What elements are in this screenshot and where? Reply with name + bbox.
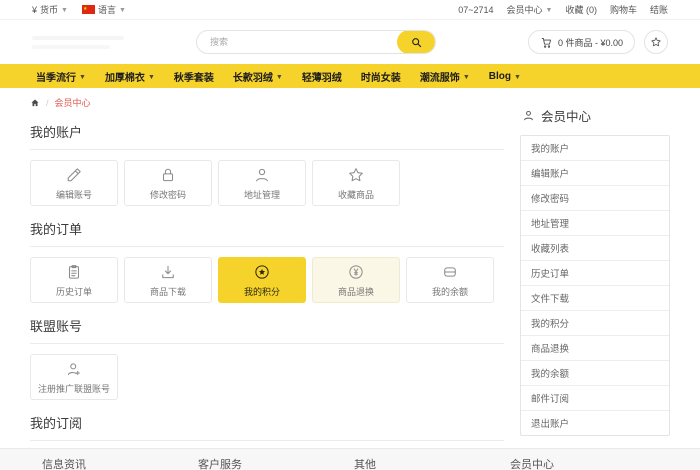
search-icon	[410, 36, 423, 49]
section-title: 我的账户	[30, 111, 504, 150]
home-icon[interactable]	[30, 98, 40, 108]
sidebar-item-edit-account[interactable]: 编辑账户	[521, 161, 669, 186]
sidebar-list: 我的账户 编辑账户 修改密码 地址管理 收藏列表 历史订单 文件下载 我的积分 …	[520, 135, 670, 436]
sidebar-item-wishlist[interactable]: 收藏列表	[521, 236, 669, 261]
card-edit-account[interactable]: 编辑账号	[30, 160, 118, 206]
chevron-down-icon: ▼	[462, 73, 470, 81]
card-address-book[interactable]: 地址管理	[218, 160, 306, 206]
nav-item-thick-coats[interactable]: 加厚棉衣 ▼	[105, 69, 155, 84]
sidebar-item-points[interactable]: 我的积分	[521, 311, 669, 336]
chevron-down-icon: ▼	[513, 73, 521, 81]
card-balance[interactable]: 我的余额	[406, 257, 494, 303]
footer-col-service: 客户服务	[198, 459, 242, 470]
nav-item-seasonal[interactable]: 当季流行 ▼	[36, 69, 86, 84]
store-logo[interactable]	[32, 29, 150, 55]
search-bar	[196, 30, 436, 54]
topbar-checkout-link[interactable]: 结账	[650, 3, 668, 16]
chevron-down-icon: ▼	[545, 7, 553, 14]
nav-item-autumn-suits[interactable]: 秋季套装	[174, 69, 214, 84]
currency-label: 货币	[40, 5, 59, 15]
account-sidebar: 会员中心 我的账户 编辑账户 修改密码 地址管理 收藏列表 历史订单 文件下载 …	[520, 96, 670, 470]
chevron-down-icon: ▼	[275, 73, 283, 81]
breadcrumb: / 会员中心	[30, 96, 504, 109]
currency-selector[interactable]: ¥ 货币 ▼	[32, 3, 68, 16]
main-column: / 会员中心 我的账户 编辑账号 修改密码 地址管理 收藏商品 我的订单 历史订…	[30, 96, 504, 470]
chevron-down-icon: ▼	[61, 7, 68, 14]
breadcrumb-current[interactable]: 会员中心	[55, 96, 91, 109]
section-title: 我的订阅	[30, 402, 504, 441]
section-title: 联盟账号	[30, 305, 504, 344]
download-icon	[159, 263, 177, 281]
card-returns[interactable]: 商品退换	[312, 257, 400, 303]
topbar-account-link[interactable]: 会员中心 ▼	[507, 3, 553, 16]
nav-item-light-down[interactable]: 轻薄羽绒	[302, 69, 342, 84]
sidebar-item-address[interactable]: 地址管理	[521, 211, 669, 236]
star-circle-icon	[253, 263, 271, 281]
sidebar-title: 会员中心	[522, 106, 670, 125]
card-order-history[interactable]: 历史订单	[30, 257, 118, 303]
currency-symbol: ¥	[32, 4, 38, 15]
china-flag-icon: ★	[81, 5, 95, 14]
card-change-password[interactable]: 修改密码	[124, 160, 212, 206]
user-plus-icon	[65, 360, 83, 378]
sidebar-item-logout[interactable]: 退出账户	[521, 411, 669, 435]
sidebar-item-password[interactable]: 修改密码	[521, 186, 669, 211]
sidebar-item-downloads[interactable]: 文件下载	[521, 286, 669, 311]
card-reward-points[interactable]: 我的积分	[218, 257, 306, 303]
chevron-down-icon: ▼	[118, 7, 126, 14]
yen-circle-icon	[347, 263, 365, 281]
topbar: ¥ 货币 ▼ ★ 语言 ▼ 07~2714 会员中心 ▼ 收藏 (0) 购物车 …	[0, 0, 700, 20]
wallet-icon	[441, 263, 459, 281]
search-input[interactable]	[197, 37, 397, 47]
user-icon	[253, 166, 271, 184]
phone-number: 07~2714	[458, 4, 494, 15]
card-affiliate-register[interactable]: 注册推广联盟账号	[30, 354, 118, 400]
sidebar-item-balance[interactable]: 我的余额	[521, 361, 669, 386]
sidebar-item-returns[interactable]: 商品退换	[521, 336, 669, 361]
language-label: 语言	[97, 5, 116, 15]
sidebar-item-my-account[interactable]: 我的账户	[521, 136, 669, 161]
nav-item-womens-fashion[interactable]: 时尚女装	[361, 69, 401, 84]
star-icon	[650, 36, 662, 48]
main-nav: 当季流行 ▼ 加厚棉衣 ▼ 秋季套装 长款羽绒 ▼ 轻薄羽绒 时尚女装 潮流服饰…	[0, 64, 700, 88]
clipboard-icon	[65, 263, 83, 281]
header: 0 件商品 - ¥0.00	[0, 20, 700, 64]
nav-item-trendy[interactable]: 潮流服饰 ▼	[420, 69, 470, 84]
footer-col-other: 其他	[354, 459, 376, 470]
footer-col-account: 会员中心	[510, 459, 554, 470]
person-icon	[522, 109, 535, 122]
topbar-wishlist-link[interactable]: 收藏 (0)	[565, 3, 597, 16]
card-downloads[interactable]: 商品下载	[124, 257, 212, 303]
topbar-cart-link[interactable]: 购物车	[610, 3, 637, 16]
chevron-down-icon: ▼	[147, 73, 155, 81]
cart-icon	[540, 36, 553, 49]
nav-item-blog[interactable]: Blog ▼	[489, 71, 521, 82]
cart-summary-text: 0 件商品 - ¥0.00	[557, 37, 623, 48]
lock-icon	[159, 166, 177, 184]
sidebar-item-order-history[interactable]: 历史订单	[521, 261, 669, 286]
sidebar-item-newsletter[interactable]: 邮件订阅	[521, 386, 669, 411]
section-my-account: 我的账户 编辑账号 修改密码 地址管理 收藏商品	[30, 111, 504, 206]
star-icon	[347, 166, 365, 184]
card-wishlist[interactable]: 收藏商品	[312, 160, 400, 206]
cart-summary-button[interactable]: 0 件商品 - ¥0.00	[527, 30, 635, 54]
section-affiliate: 联盟账号 注册推广联盟账号	[30, 305, 504, 400]
content: / 会员中心 我的账户 编辑账号 修改密码 地址管理 收藏商品 我的订单 历史订…	[0, 88, 700, 470]
pencil-icon	[65, 166, 83, 184]
nav-item-long-down[interactable]: 长款羽绒 ▼	[233, 69, 283, 84]
section-my-orders: 我的订单 历史订单 商品下载 我的积分 商品退换 我的余额	[30, 208, 504, 303]
chevron-down-icon: ▼	[79, 73, 86, 81]
wishlist-button[interactable]	[644, 30, 668, 54]
footer: 信息资讯 客户服务 其他 会员中心	[0, 448, 700, 470]
language-selector[interactable]: ★ 语言 ▼	[81, 3, 126, 16]
section-title: 我的订单	[30, 208, 504, 247]
footer-col-info: 信息资讯	[42, 459, 86, 470]
search-button[interactable]	[397, 31, 435, 53]
